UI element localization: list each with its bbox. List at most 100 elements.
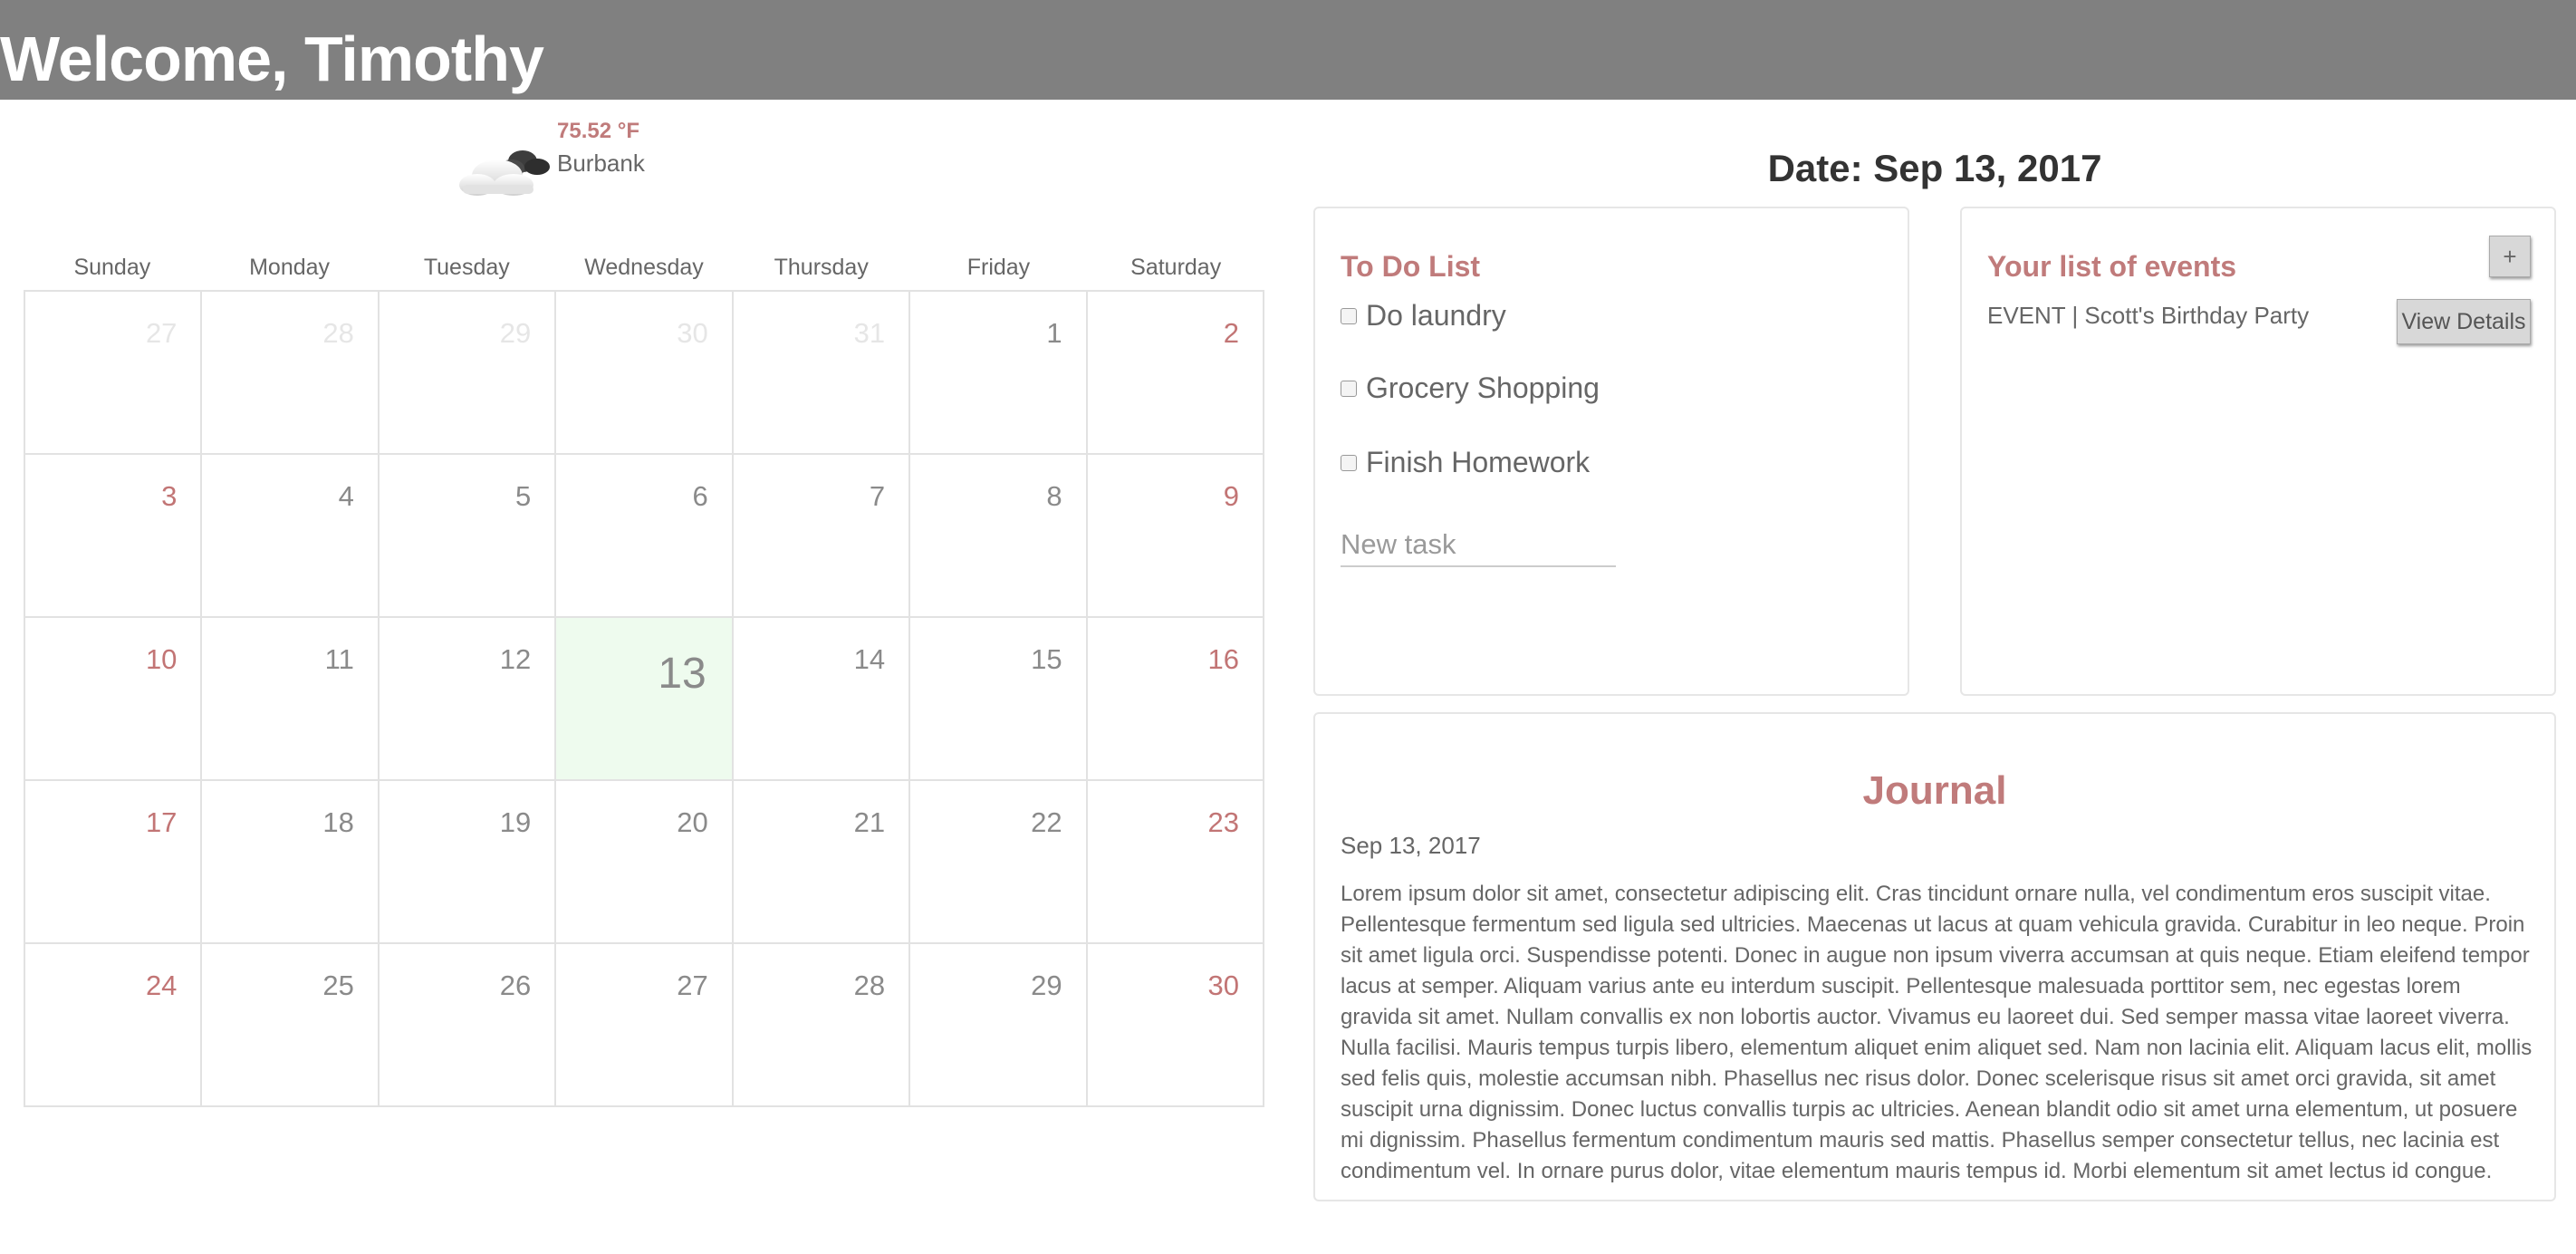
calendar-day[interactable]: 8	[910, 455, 1088, 618]
new-task-input[interactable]	[1341, 524, 1616, 567]
events-panel: Your list of events + EVENT | Scott's Bi…	[1960, 207, 2556, 696]
calendar-day[interactable]: 20	[556, 781, 734, 944]
day-number: 27	[677, 969, 708, 1001]
day-number: 12	[499, 643, 532, 675]
day-number: 16	[1207, 643, 1239, 675]
day-number: 27	[145, 317, 178, 349]
calendar-day[interactable]: 4	[202, 455, 380, 618]
day-number: 19	[499, 806, 532, 838]
calendar-day[interactable]: 14	[733, 618, 911, 781]
calendar-day[interactable]: 12	[379, 618, 557, 781]
calendar-day[interactable]: 29	[379, 292, 557, 455]
calendar-day[interactable]: 7	[733, 455, 911, 618]
month-calendar: Sunday Monday Tuesday Wednesday Thursday Frid…	[24, 245, 1264, 1107]
day-number: 6	[692, 480, 708, 512]
day-number: 25	[322, 969, 354, 1001]
calendar-day[interactable]: 24	[25, 944, 203, 1107]
journal-date: Sep 13, 2017	[1341, 832, 1481, 859]
todo-item-label: Do laundry	[1366, 299, 1506, 332]
calendar-day[interactable]: 27	[556, 944, 734, 1107]
calendar-day[interactable]: 1	[910, 292, 1088, 455]
todo-checkbox[interactable]	[1341, 307, 1357, 324]
calendar-day[interactable]: 30	[556, 292, 734, 455]
event-item: EVENT | Scott's Birthday Party	[1987, 302, 2310, 329]
calendar-day[interactable]: 2	[1087, 292, 1264, 455]
journal-title: Journal	[1862, 768, 2007, 813]
calendar-day[interactable]: 21	[733, 781, 911, 944]
weather-city: Burbank	[557, 150, 645, 177]
day-name-tuesday: Tuesday	[423, 255, 510, 280]
calendar-day[interactable]: 16	[1087, 618, 1264, 781]
calendar-day[interactable]: 3	[25, 455, 203, 618]
day-number: 17	[145, 806, 178, 838]
journal-panel: Journal Sep 13, 2017 Lorem ipsum dolor s…	[1313, 712, 2556, 1201]
day-number: 28	[853, 969, 886, 1001]
view-details-button[interactable]: View Details	[2397, 299, 2531, 344]
calendar-day[interactable]: 30	[1087, 944, 1264, 1107]
todo-item-label: Grocery Shopping	[1366, 371, 1600, 404]
calendar-day[interactable]: 29	[910, 944, 1088, 1107]
day-name-monday: Monday	[249, 255, 331, 280]
day-number: 15	[1031, 643, 1062, 675]
cloud-icon	[459, 150, 550, 196]
day-number: 14	[853, 643, 886, 675]
todo-item[interactable]: Do laundry	[1341, 299, 1506, 333]
calendar-day-today[interactable]: 13	[556, 618, 734, 781]
weather-temperature: 75.52 °F	[557, 119, 639, 143]
day-name-friday: Friday	[966, 255, 1031, 280]
day-number: 4	[338, 480, 354, 512]
todo-item[interactable]: Grocery Shopping	[1341, 371, 1600, 405]
calendar-day[interactable]: 22	[910, 781, 1088, 944]
day-number: 11	[324, 643, 354, 675]
day-number: 30	[677, 317, 708, 349]
day-number: 24	[145, 969, 178, 1001]
calendar-grid: 27 28 29 30 31 1 2 3 4 5 6 7 8 9 10 11 12 13 14 15 16 17 18 19 2…	[24, 290, 1264, 1107]
day-number: 26	[499, 969, 532, 1001]
calendar-day[interactable]: 27	[25, 292, 203, 455]
day-number: 10	[145, 643, 178, 675]
day-name-sunday: Sunday	[73, 255, 151, 280]
calendar-day[interactable]: 10	[25, 618, 203, 781]
todo-title: To Do List	[1341, 250, 1481, 283]
add-event-button[interactable]: +	[2489, 236, 2531, 277]
day-number: 9	[1223, 480, 1239, 512]
day-number: 8	[1046, 480, 1062, 512]
day-number: 18	[322, 806, 354, 838]
calendar-day[interactable]: 18	[202, 781, 380, 944]
day-number: 29	[499, 317, 532, 349]
day-number: 3	[161, 480, 178, 512]
calendar-day[interactable]: 11	[202, 618, 380, 781]
todo-checkbox[interactable]	[1341, 380, 1357, 397]
header-bar: Welcome, Timothy	[0, 0, 2576, 100]
day-number: 2	[1223, 317, 1239, 349]
day-name-wednesday: Wednesday	[584, 255, 704, 280]
calendar-day[interactable]: 25	[202, 944, 380, 1107]
calendar-day[interactable]: 23	[1087, 781, 1264, 944]
calendar-day[interactable]: 17	[25, 781, 203, 944]
calendar-day[interactable]: 15	[910, 618, 1088, 781]
calendar-day[interactable]: 28	[733, 944, 911, 1107]
calendar-day[interactable]: 31	[733, 292, 911, 455]
current-date-title: Date: Sep 13, 2017	[1767, 147, 2102, 189]
events-title: Your list of events	[1987, 250, 2237, 283]
day-number: 1	[1046, 317, 1062, 349]
calendar-day[interactable]: 28	[202, 292, 380, 455]
day-number: 29	[1031, 969, 1062, 1001]
day-number: 5	[515, 480, 532, 512]
calendar-day[interactable]: 5	[379, 455, 557, 618]
day-number: 22	[1031, 806, 1062, 838]
day-number: 21	[853, 806, 886, 838]
day-number: 31	[853, 317, 886, 349]
day-name-saturday: Saturday	[1130, 255, 1222, 280]
calendar-day[interactable]: 26	[379, 944, 557, 1107]
todo-checkbox[interactable]	[1341, 454, 1357, 471]
journal-body[interactable]: Lorem ipsum dolor sit amet, consectetur …	[1341, 879, 2533, 1187]
calendar-day[interactable]: 9	[1087, 455, 1264, 618]
day-number: 13	[658, 650, 706, 698]
todo-item[interactable]: Finish Homework	[1341, 446, 1590, 479]
calendar-day[interactable]: 6	[556, 455, 734, 618]
calendar-day[interactable]: 19	[379, 781, 557, 944]
day-number: 30	[1207, 969, 1239, 1001]
todo-panel: To Do List Do laundry Grocery Shopping Fin…	[1313, 207, 1909, 696]
day-number: 7	[869, 480, 886, 512]
